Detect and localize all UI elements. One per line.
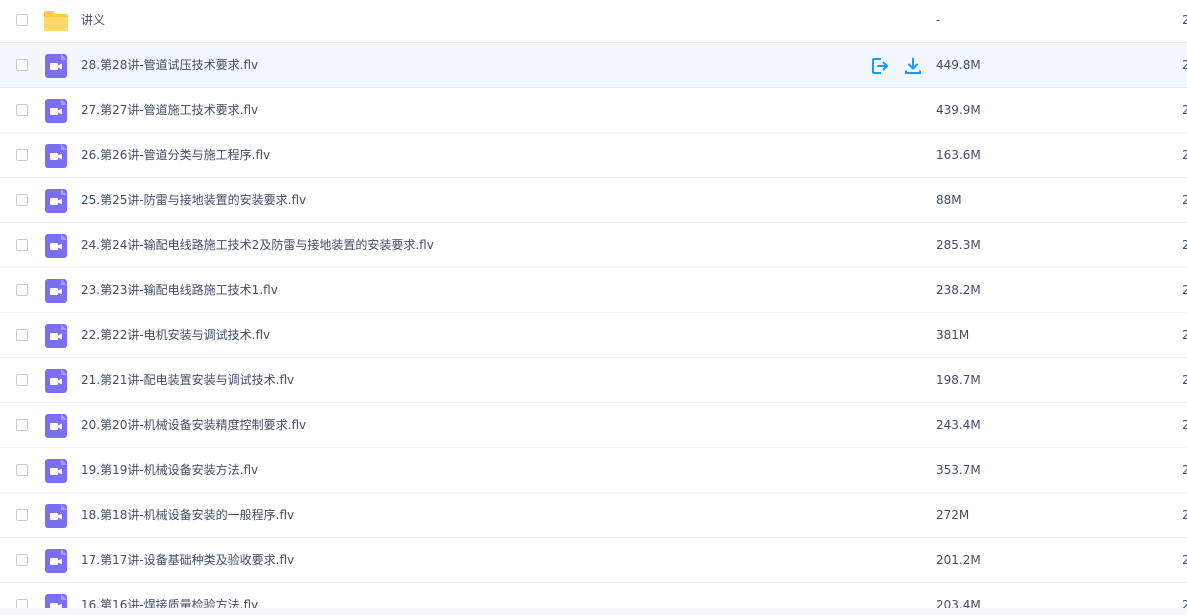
file-date: 2 (1182, 13, 1187, 27)
file-date: 2 (1182, 193, 1187, 207)
file-row[interactable]: 27.第27讲-管道施工技术要求.flv 439.9M 2 (0, 89, 1187, 133)
file-date: 2 (1182, 373, 1187, 387)
file-name[interactable]: 讲义 (81, 12, 105, 28)
video-file-icon (45, 54, 71, 78)
file-size: 198.7M (936, 373, 981, 387)
row-checkbox[interactable] (16, 374, 28, 386)
row-checkbox[interactable] (16, 509, 28, 521)
file-name[interactable]: 27.第27讲-管道施工技术要求.flv (81, 102, 258, 118)
video-file-icon (45, 189, 71, 213)
file-name[interactable]: 24.第24讲-输配电线路施工技术2及防雷与接地装置的安装要求.flv (81, 237, 434, 253)
file-row[interactable]: 25.第25讲-防雷与接地装置的安装要求.flv 88M 2 (0, 179, 1187, 223)
video-file-icon (45, 459, 71, 483)
file-name[interactable]: 21.第21讲-配电装置安装与调试技术.flv (81, 372, 294, 388)
file-name[interactable]: 26.第26讲-管道分类与施工程序.flv (81, 147, 270, 163)
file-row[interactable]: 24.第24讲-输配电线路施工技术2及防雷与接地装置的安装要求.flv 285.3… (0, 224, 1187, 268)
file-name[interactable]: 17.第17讲-设备基础种类及验收要求.flv (81, 552, 294, 568)
file-size: 201.2M (936, 553, 981, 567)
horizontal-scrollbar[interactable] (0, 608, 1187, 615)
file-date: 2 (1182, 283, 1187, 297)
file-size: 88M (936, 193, 962, 207)
file-date: 2 (1182, 238, 1187, 252)
file-row[interactable]: 21.第21讲-配电装置安装与调试技术.flv 198.7M 2 (0, 359, 1187, 403)
file-row[interactable]: 22.第22讲-电机安装与调试技术.flv 381M 2 (0, 314, 1187, 358)
file-size: 243.4M (936, 418, 981, 432)
video-file-icon (45, 279, 71, 303)
file-row[interactable]: 20.第20讲-机械设备安装精度控制要求.flv 243.4M 2 (0, 404, 1187, 448)
row-checkbox[interactable] (16, 239, 28, 251)
file-name[interactable]: 23.第23讲-输配电线路施工技术1.flv (81, 282, 278, 298)
file-row[interactable]: 讲义 - 2 (0, 0, 1187, 43)
video-file-icon (45, 549, 71, 573)
share-icon[interactable] (871, 57, 889, 75)
file-date: 2 (1182, 328, 1187, 342)
file-name[interactable]: 18.第18讲-机械设备安装的一般程序.flv (81, 507, 294, 523)
file-date: 2 (1182, 508, 1187, 522)
row-checkbox[interactable] (16, 284, 28, 296)
row-checkbox[interactable] (16, 104, 28, 116)
file-size: 285.3M (936, 238, 981, 252)
file-date: 2 (1182, 148, 1187, 162)
video-file-icon (45, 144, 71, 168)
file-name[interactable]: 22.第22讲-电机安装与调试技术.flv (81, 327, 270, 343)
file-size: 272M (936, 508, 970, 522)
file-name[interactable]: 25.第25讲-防雷与接地装置的安装要求.flv (81, 192, 306, 208)
file-row[interactable]: 18.第18讲-机械设备安装的一般程序.flv 272M 2 (0, 494, 1187, 538)
file-name[interactable]: 20.第20讲-机械设备安装精度控制要求.flv (81, 417, 306, 433)
video-file-icon (45, 324, 71, 348)
file-row[interactable]: 28.第28讲-管道试压技术要求.flv 449.8M 2 (0, 44, 1187, 88)
video-file-icon (45, 234, 71, 258)
file-size: 353.7M (936, 463, 981, 477)
row-checkbox[interactable] (16, 329, 28, 341)
row-checkbox[interactable] (16, 419, 28, 431)
file-size: - (936, 13, 941, 27)
file-row[interactable]: 23.第23讲-输配电线路施工技术1.flv 238.2M 2 (0, 269, 1187, 313)
video-file-icon (45, 369, 71, 393)
file-date: 2 (1182, 553, 1187, 567)
video-file-icon (45, 99, 71, 123)
video-file-icon (45, 504, 71, 528)
file-row[interactable]: 26.第26讲-管道分类与施工程序.flv 163.6M 2 (0, 134, 1187, 178)
file-size: 449.8M (936, 58, 981, 72)
file-size: 238.2M (936, 283, 981, 297)
file-row[interactable]: 19.第19讲-机械设备安装方法.flv 353.7M 2 (0, 449, 1187, 493)
file-list: 讲义 -2 28.第28讲-管道试压技术要求.flv 449.8M 2 27.第27讲-管… (0, 0, 1187, 615)
row-checkbox[interactable] (16, 59, 28, 71)
file-size: 381M (936, 328, 970, 342)
video-file-icon (45, 414, 71, 438)
file-size: 163.6M (936, 148, 981, 162)
row-checkbox[interactable] (16, 194, 28, 206)
file-date: 2 (1182, 418, 1187, 432)
file-row[interactable]: 17.第17讲-设备基础种类及验收要求.flv 201.2M 2 (0, 539, 1187, 583)
file-date: 2 (1182, 58, 1187, 72)
file-date: 2 (1182, 103, 1187, 117)
folder-icon (43, 10, 69, 34)
file-name[interactable]: 28.第28讲-管道试压技术要求.flv (81, 57, 258, 73)
download-icon[interactable] (904, 57, 922, 75)
row-checkbox[interactable] (16, 149, 28, 161)
file-name[interactable]: 19.第19讲-机械设备安装方法.flv (81, 462, 258, 478)
row-checkbox[interactable] (16, 464, 28, 476)
file-date: 2 (1182, 463, 1187, 477)
row-checkbox[interactable] (16, 14, 28, 26)
file-size: 439.9M (936, 103, 981, 117)
row-checkbox[interactable] (16, 554, 28, 566)
